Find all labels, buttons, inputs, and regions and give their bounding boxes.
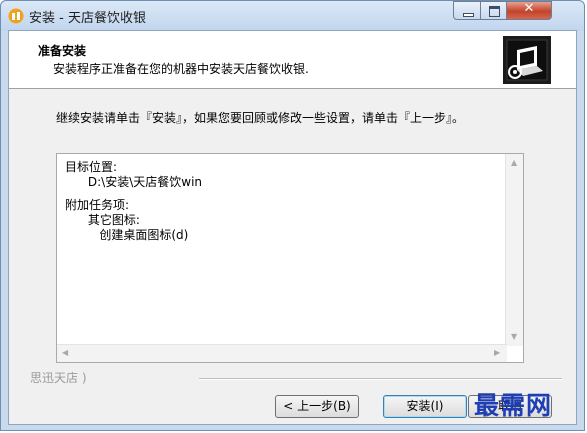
memo-line: D:\安装\天店餐饮win: [65, 175, 203, 189]
brand-label: 思迅天店 ): [30, 369, 87, 386]
wizard-body: 继续安装请单击『安装』，如果您要回顾或修改一些设置，请单击『上一步』。 目标位置…: [9, 89, 576, 369]
footer-divider: [199, 378, 562, 380]
scroll-down-icon[interactable]: ▼: [511, 332, 517, 341]
close-icon: ✕: [523, 1, 535, 16]
vertical-scrollbar[interactable]: ▲ ▼: [505, 154, 523, 346]
memo-line: 创建桌面图标(d): [65, 228, 189, 242]
installer-window: 安装 - 天店餐饮收银 ✕ 准备安装 安装程序正准备在您的机器中安装天店餐饮收银…: [0, 0, 585, 431]
maximize-icon: [489, 6, 500, 17]
page-title: 准备安装: [38, 44, 87, 58]
minimize-icon: [463, 13, 474, 17]
horizontal-scrollbar[interactable]: ◀ ▶: [57, 344, 507, 362]
scroll-right-icon[interactable]: ▶: [494, 348, 500, 357]
scroll-left-icon[interactable]: ◀: [62, 348, 68, 357]
back-button[interactable]: < 上一步(B): [275, 395, 359, 418]
scroll-up-icon[interactable]: ▲: [511, 158, 517, 167]
ready-instructions: 继续安装请单击『安装』，如果您要回顾或修改一些设置，请单击『上一步』。: [56, 111, 465, 125]
app-icon: [8, 8, 24, 24]
installer-computer-icon: [503, 36, 551, 84]
minimize-button[interactable]: [453, 1, 481, 20]
window-title: 安装 - 天店餐饮收银: [29, 11, 146, 26]
title-bar[interactable]: 安装 - 天店餐饮收银 ✕: [1, 1, 584, 31]
maximize-button[interactable]: [480, 1, 507, 20]
watermark-logo: 最需网: [474, 391, 553, 420]
install-summary-memo[interactable]: 目标位置: D:\安装\天店餐饮win 附加任务项: 其它图标: 创建桌面图标(…: [56, 153, 524, 363]
wizard-panel: 准备安装 安装程序正准备在您的机器中安装天店餐饮收银. 继续安装请单击『安装』，…: [8, 30, 577, 425]
wizard-header: 准备安装 安装程序正准备在您的机器中安装天店餐饮收银.: [9, 31, 576, 89]
page-subtitle: 安装程序正准备在您的机器中安装天店餐饮收银.: [53, 62, 309, 76]
close-button[interactable]: ✕: [506, 1, 552, 20]
install-button[interactable]: 安装(I): [383, 395, 467, 418]
